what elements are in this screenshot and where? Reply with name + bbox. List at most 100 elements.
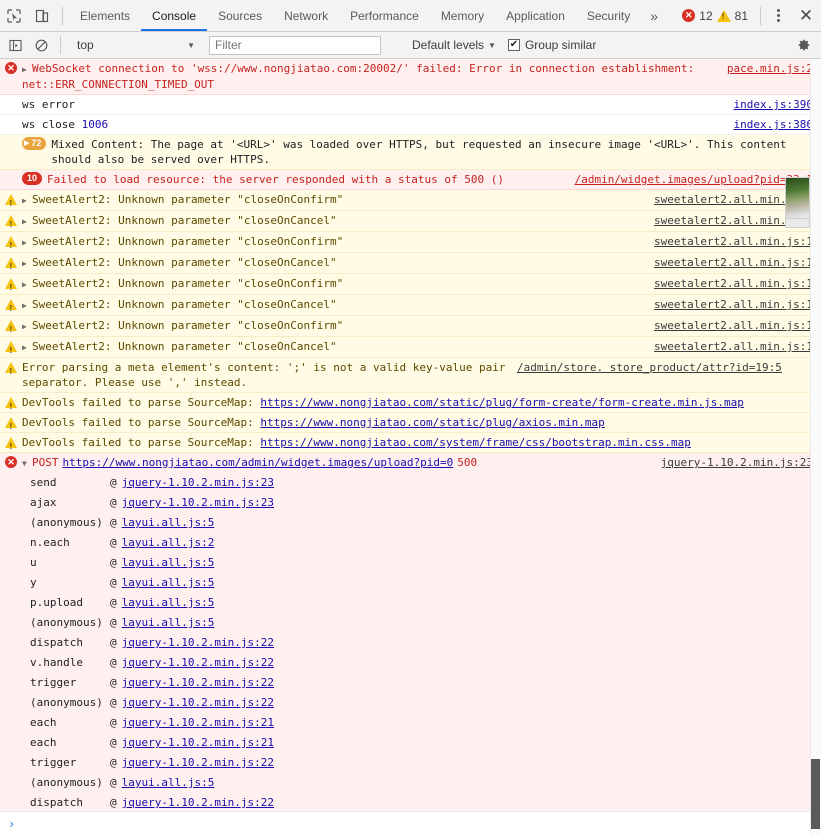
console-message-row[interactable]: ▶SweetAlert2: Unknown parameter "closeOn… <box>0 253 821 274</box>
stack-frame-row[interactable]: trigger @ jquery-1.10.2.min.js:22 <box>0 673 821 693</box>
stack-frame-row[interactable]: dispatch @ jquery-1.10.2.min.js:22 <box>0 633 821 653</box>
expand-arrow-icon[interactable]: ▶ <box>22 214 31 229</box>
stack-frame-location[interactable]: jquery-1.10.2.min.js:23 <box>122 495 274 511</box>
stack-frame-location[interactable]: jquery-1.10.2.min.js:22 <box>122 635 274 651</box>
stack-frame-location[interactable]: jquery-1.10.2.min.js:23 <box>122 475 274 491</box>
sourcemap-link[interactable]: https://www.nongjiatao.com/system/frame/… <box>260 436 690 449</box>
message-source-link[interactable]: sweetalert2.all.min.js:1 <box>654 276 813 291</box>
message-source-link[interactable]: jquery-1.10.2.min.js:23 <box>661 455 813 470</box>
console-message-row[interactable]: ▶SweetAlert2: Unknown parameter "closeOn… <box>0 190 821 211</box>
stack-frame-row[interactable]: dispatch @ jquery-1.10.2.min.js:22 <box>0 793 821 811</box>
expand-arrow-icon[interactable]: ▶ <box>22 62 31 77</box>
console-message-row[interactable]: ▶SweetAlert2: Unknown parameter "closeOn… <box>0 211 821 232</box>
message-source-link[interactable]: /admin/widget.images/upload?pid=33:1 <box>575 172 813 187</box>
tab-performance[interactable]: Performance <box>339 0 430 31</box>
stack-frame-location[interactable]: jquery-1.10.2.min.js:22 <box>122 675 274 691</box>
settings-icon[interactable] <box>789 38 819 52</box>
stack-frame-location[interactable]: layui.all.js:5 <box>122 595 215 611</box>
stack-frame-row[interactable]: p.upload @ layui.all.js:5 <box>0 593 821 613</box>
stack-frame-location[interactable]: jquery-1.10.2.min.js:22 <box>122 695 274 711</box>
execution-context-select[interactable]: top ▼ <box>71 36 199 55</box>
console-message-row[interactable]: ▶SweetAlert2: Unknown parameter "closeOn… <box>0 295 821 316</box>
message-source-link[interactable]: sweetalert2.all.min.js:1 <box>654 234 813 249</box>
console-message-row[interactable]: ✕ ▶ WebSocket connection to 'wss://www.no… <box>0 59 821 95</box>
console-message-row[interactable]: ▶SweetAlert2: Unknown parameter "closeOn… <box>0 274 821 295</box>
console-message-row[interactable]: DevTools failed to parse SourceMap: http… <box>0 393 821 414</box>
console-message-row[interactable]: ws error index.js:390 <box>0 95 821 115</box>
console-sidebar-icon[interactable] <box>2 39 28 52</box>
message-source-link[interactable]: sweetalert2.all.min.js:1 <box>654 318 813 333</box>
stack-frame-location[interactable]: layui.all.js:5 <box>122 775 215 791</box>
stack-frame-row[interactable]: v.handle @ jquery-1.10.2.min.js:22 <box>0 653 821 673</box>
stack-frame-row[interactable]: u @ layui.all.js:5 <box>0 553 821 573</box>
console-message-row[interactable]: ▶SweetAlert2: Unknown parameter "closeOn… <box>0 316 821 337</box>
expand-arrow-icon[interactable]: ▶ <box>22 193 31 208</box>
collapse-arrow-icon[interactable]: ▼ <box>22 456 31 471</box>
sourcemap-link[interactable]: https://www.nongjiatao.com/static/plug/f… <box>260 396 743 409</box>
message-source-link[interactable]: pace.min.js:2 <box>727 61 813 76</box>
tab-memory[interactable]: Memory <box>430 0 495 31</box>
log-levels-dropdown[interactable]: Default levels ▼ <box>412 38 496 52</box>
console-message-row[interactable]: Error parsing a meta element's content: … <box>0 358 821 393</box>
stack-frame-location[interactable]: jquery-1.10.2.min.js:22 <box>122 655 274 671</box>
page-scrollbar-thumb[interactable] <box>811 759 820 829</box>
filter-input[interactable] <box>209 35 381 55</box>
network-error-row[interactable]: ✕ ▼ POST https://www.nongjiatao.com/admin/… <box>0 453 821 473</box>
close-devtools-icon[interactable]: ✕ <box>791 6 821 26</box>
stack-frame-row[interactable]: (anonymous) @ layui.all.js:5 <box>0 513 821 533</box>
console-message-row[interactable]: DevTools failed to parse SourceMap: http… <box>0 413 821 434</box>
tab-elements[interactable]: Elements <box>69 0 141 31</box>
group-similar-checkbox[interactable]: ✔ <box>507 39 520 51</box>
console-message-row[interactable]: ▶SweetAlert2: Unknown parameter "closeOn… <box>0 337 821 358</box>
console-message-row[interactable]: ▶SweetAlert2: Unknown parameter "closeOn… <box>0 232 821 253</box>
message-source-link[interactable]: index.js:386 <box>734 117 813 132</box>
console-message-row[interactable]: DevTools failed to parse SourceMap: http… <box>0 433 821 454</box>
stack-frame-location[interactable]: layui.all.js:5 <box>122 515 215 531</box>
sourcemap-link[interactable]: https://www.nongjiatao.com/static/plug/a… <box>260 416 604 429</box>
stack-frame-row[interactable]: (anonymous) @ layui.all.js:5 <box>0 613 821 633</box>
more-options-icon[interactable] <box>765 9 791 22</box>
message-source-link[interactable]: sweetalert2.all.min.js:1 <box>654 255 813 270</box>
inspect-element-icon[interactable] <box>0 0 28 31</box>
request-url-link[interactable]: https://www.nongjiatao.com/admin/widget.… <box>63 456 454 469</box>
console-message-row[interactable]: ws close 1006 index.js:386 <box>0 115 821 135</box>
expand-arrow-icon[interactable]: ▶ <box>22 298 31 313</box>
stack-frame-location[interactable]: jquery-1.10.2.min.js:22 <box>122 795 274 811</box>
stack-frame-row[interactable]: (anonymous) @ jquery-1.10.2.min.js:22 <box>0 693 821 713</box>
stack-frame-location[interactable]: jquery-1.10.2.min.js:21 <box>122 735 274 751</box>
group-similar-toggle[interactable]: ✔ Group similar <box>507 38 596 52</box>
expand-arrow-icon[interactable]: ▶ <box>22 319 31 334</box>
stack-frame-row[interactable]: (anonymous) @ layui.all.js:5 <box>0 773 821 793</box>
stack-frame-row[interactable]: send @ jquery-1.10.2.min.js:23 <box>0 473 821 493</box>
console-messages-list[interactable]: ✕ ▶ WebSocket connection to 'wss://www.no… <box>0 59 821 811</box>
expand-arrow-icon[interactable]: ▶ <box>22 235 31 250</box>
stack-frame-location[interactable]: layui.all.js:2 <box>122 535 215 551</box>
tab-security[interactable]: Security <box>576 0 641 31</box>
stack-frame-row[interactable]: trigger @ jquery-1.10.2.min.js:22 <box>0 753 821 773</box>
more-tabs-button[interactable]: » <box>641 0 667 31</box>
device-toolbar-icon[interactable] <box>28 0 56 31</box>
stack-frame-row[interactable]: each @ jquery-1.10.2.min.js:21 <box>0 733 821 753</box>
group-count-badge[interactable]: 10 <box>22 172 43 185</box>
stack-frame-row[interactable]: each @ jquery-1.10.2.min.js:21 <box>0 713 821 733</box>
console-message-row[interactable]: 10 Failed to load resource: the server r… <box>0 170 821 190</box>
tab-application[interactable]: Application <box>495 0 576 31</box>
issue-counters[interactable]: ✕ 12 81 <box>674 9 756 23</box>
console-prompt[interactable]: › <box>0 811 821 835</box>
stack-frame-location[interactable]: layui.all.js:5 <box>122 555 215 571</box>
stack-frame-row[interactable]: y @ layui.all.js:5 <box>0 573 821 593</box>
tab-sources[interactable]: Sources <box>207 0 273 31</box>
message-source-link[interactable]: /admin/store. store_product/attr?id=19:5 <box>517 360 782 375</box>
expand-arrow-icon[interactable]: ▶ <box>22 340 31 355</box>
page-scrollbar[interactable] <box>810 59 821 835</box>
group-count-badge[interactable]: ▶ 72 <box>22 137 47 150</box>
stack-frame-location[interactable]: jquery-1.10.2.min.js:21 <box>122 715 274 731</box>
tab-network[interactable]: Network <box>273 0 339 31</box>
message-source-link[interactable]: sweetalert2.all.min.js:1 <box>654 297 813 312</box>
message-source-link[interactable]: sweetalert2.all.min.js:1 <box>654 339 813 354</box>
stack-frame-location[interactable]: layui.all.js:5 <box>122 615 215 631</box>
stack-frame-row[interactable]: n.each @ layui.all.js:2 <box>0 533 821 553</box>
console-message-row[interactable]: ▶ 72 Mixed Content: The page at '<URL>' w… <box>0 135 821 170</box>
expand-arrow-icon[interactable]: ▶ <box>22 277 31 292</box>
tab-console[interactable]: Console <box>141 0 208 31</box>
